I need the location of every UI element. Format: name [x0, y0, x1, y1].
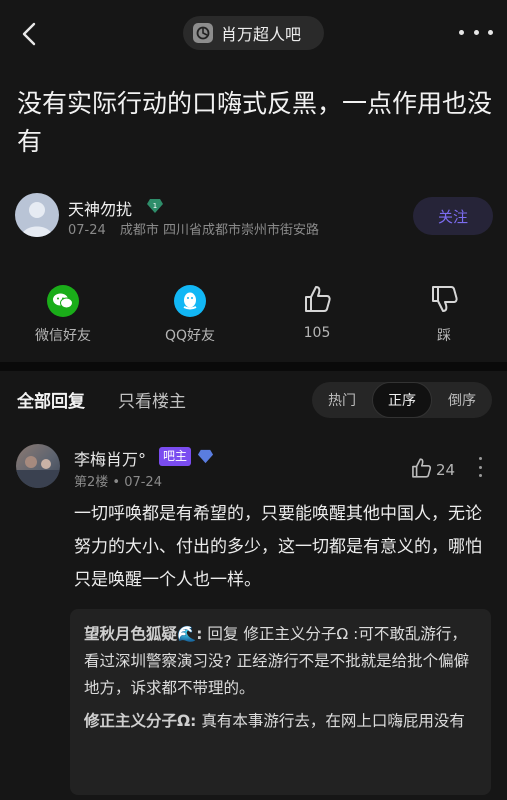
sort-hot[interactable]: 热门	[312, 382, 372, 418]
like-button[interactable]: 105	[267, 284, 367, 341]
sub-reply-author[interactable]: 望秋月色狐疑🌊:	[84, 625, 203, 643]
sub-reply-text: 真有本事游行去，在网上口嗨屁用没有	[196, 712, 465, 730]
reply-tabs: 全部回复 只看楼主 热门 正序 倒序	[0, 371, 507, 427]
wechat-icon	[47, 285, 79, 317]
share-qq-button[interactable]: QQ好友	[140, 284, 240, 345]
thumbs-down-icon	[429, 284, 459, 318]
forum-name: 肖万超人吧	[221, 25, 302, 44]
reply-more-icon[interactable]	[477, 457, 483, 477]
author-avatar[interactable]	[15, 193, 59, 237]
like-count: 105	[303, 325, 331, 341]
reply-text: 一切呼唤都是有希望的，只要能唤醒其他中国人，无论努力的大小、付出的多少，这一切都…	[74, 504, 482, 590]
post-date: 07-24	[68, 223, 106, 238]
sort-ascending[interactable]: 正序	[372, 382, 432, 418]
sort-toggle: 热门 正序 倒序	[312, 382, 492, 418]
post-title: 没有实际行动的口嗨式反黑，一点作用也没有	[17, 89, 493, 156]
reply-like-button[interactable]: 24	[410, 457, 455, 483]
reply-avatar[interactable]	[16, 444, 60, 488]
share-wechat-label: 微信好友	[35, 328, 91, 344]
thumbs-up-icon	[302, 284, 332, 318]
author-name[interactable]: 天神勿扰	[68, 196, 132, 220]
post-author: 天神勿扰 1 07-24 成都市 四川省成都市崇州市街安路 关注	[15, 193, 493, 239]
sub-reply: 修正主义分子Ω: 真有本事游行去，在网上口嗨屁用没有	[84, 708, 477, 735]
tab-all-replies[interactable]: 全部回复	[17, 387, 85, 412]
svg-text:1: 1	[153, 202, 157, 210]
forum-logo-icon	[193, 23, 213, 43]
more-options-icon[interactable]	[459, 22, 493, 42]
dislike-label: 踩	[437, 328, 451, 344]
post-actions: 微信好友 QQ好友 105 踩	[0, 284, 507, 344]
share-qq-label: QQ好友	[164, 328, 216, 344]
tab-op-only[interactable]: 只看楼主	[118, 387, 186, 412]
share-wechat-button[interactable]: 微信好友	[13, 284, 113, 345]
author-meta: 07-24 成都市 四川省成都市崇州市街安路	[68, 219, 319, 238]
follow-button[interactable]: 关注	[413, 197, 493, 235]
level-badge-icon	[197, 448, 214, 465]
reply-floor: 第2楼 • 07-24	[74, 475, 162, 490]
forum-name-pill[interactable]: 肖万超人吧	[183, 16, 324, 50]
sub-reply: 望秋月色狐疑🌊: 回复 修正主义分子Ω :可不敢乱游行，看过深圳警察演习没? 正…	[84, 621, 477, 702]
admin-badge: 吧主	[159, 447, 192, 466]
level-badge-icon: 1	[146, 197, 164, 215]
dislike-button[interactable]: 踩	[394, 284, 494, 345]
sub-reply-author[interactable]: 修正主义分子Ω:	[84, 712, 196, 730]
back-arrow-icon[interactable]	[14, 18, 46, 50]
section-divider	[0, 362, 507, 371]
sub-replies[interactable]: 望秋月色狐疑🌊: 回复 修正主义分子Ω :可不敢乱游行，看过深圳警察演习没? 正…	[70, 609, 491, 795]
top-bar: 肖万超人吧	[0, 0, 507, 66]
sort-descending[interactable]: 倒序	[432, 382, 492, 418]
reply-author-name[interactable]: 李梅肖万°	[74, 446, 146, 470]
post-location: 成都市 四川省成都市崇州市街安路	[119, 223, 320, 238]
reply-like-count: 24	[436, 461, 456, 479]
qq-icon	[174, 285, 206, 317]
thumbs-up-icon	[410, 457, 432, 483]
